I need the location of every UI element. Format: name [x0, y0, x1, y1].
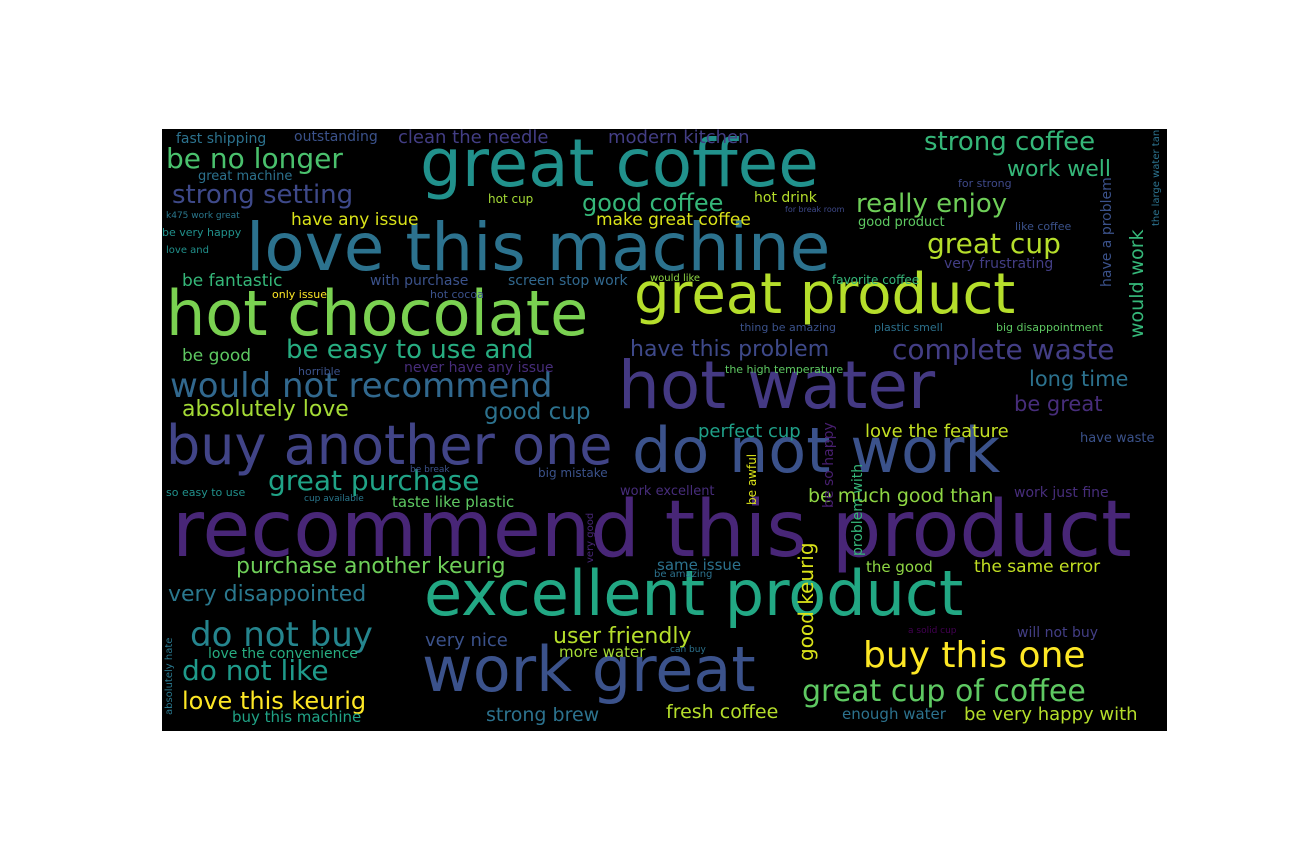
cloud-word: love and: [166, 245, 209, 256]
cloud-word: cup available: [304, 494, 364, 504]
cloud-word: have a problem: [1099, 177, 1115, 287]
cloud-word: would work: [1126, 229, 1148, 338]
cloud-word: so easy to use: [166, 486, 246, 499]
cloud-word: good cup: [484, 399, 591, 425]
cloud-word: never have any issue: [404, 360, 554, 376]
cloud-word: good product: [858, 215, 945, 230]
cloud-word: the same error: [974, 557, 1101, 577]
cloud-word: for break room: [785, 205, 845, 214]
cloud-word: only issue: [272, 288, 328, 301]
cloud-word: love the convenience: [208, 646, 358, 662]
cloud-word: love the feature: [865, 421, 1009, 442]
cloud-word: can buy: [670, 645, 706, 655]
cloud-word: plastic smell: [874, 321, 943, 334]
cloud-word: strong brew: [486, 704, 600, 726]
cloud-word: really enjoy: [856, 189, 1008, 219]
cloud-word: hot cup: [488, 192, 534, 206]
cloud-word: very disappointed: [168, 582, 367, 607]
cloud-word: k475 work great: [166, 211, 240, 221]
cloud-word: buy this machine: [232, 708, 362, 726]
cloud-word: screen stop work: [508, 273, 628, 289]
cloud-word: fast shipping: [176, 131, 267, 147]
cloud-word: horrible: [298, 365, 341, 378]
cloud-word: taste like plastic: [392, 493, 515, 511]
cloud-word: problem with: [850, 463, 866, 556]
cloud-word: long time: [1029, 367, 1129, 391]
cloud-word: make great coffee: [596, 210, 751, 230]
cloud-word: hot drink: [754, 190, 817, 206]
cloud-word: great machine: [198, 169, 293, 184]
cloud-word: be fantastic: [182, 271, 283, 291]
cloud-word: strong coffee: [924, 129, 1096, 157]
cloud-word: have any issue: [291, 210, 419, 230]
cloud-word: very nice: [425, 630, 508, 651]
cloud-word: favorite coffee: [832, 273, 920, 287]
cloud-word: purchase another keurig: [236, 554, 506, 579]
cloud-word: great cup: [927, 227, 1061, 260]
cloud-word: very frustrating: [944, 256, 1054, 272]
cloud-word: work well: [1007, 157, 1111, 182]
cloud-word: be amazing: [654, 569, 713, 580]
cloud-word: outstanding: [294, 129, 378, 145]
cloud-word: will not buy: [1017, 625, 1098, 641]
cloud-word: great cup of coffee: [802, 674, 1086, 709]
cloud-word: perfect cup: [698, 421, 801, 442]
cloud-word: hot cocoa: [430, 288, 484, 301]
cloud-word: more water: [559, 643, 646, 661]
word-cloud: great coffee love this machine hot chocola…: [162, 129, 1167, 731]
cloud-word: be break: [410, 465, 450, 475]
cloud-word: have waste: [1080, 431, 1155, 446]
cloud-word: very good: [585, 512, 596, 563]
cloud-word: be so happy: [821, 422, 837, 508]
cloud-word: be great: [1014, 392, 1103, 416]
cloud-word: clean the needle: [398, 129, 549, 148]
cloud-word: the large water tank: [1151, 129, 1162, 226]
cloud-word: the high temperature: [725, 363, 844, 376]
cloud-word: work just fine: [1014, 485, 1109, 501]
cloud-word: be good: [182, 346, 252, 366]
cloud-word: big disappointment: [996, 321, 1103, 334]
cloud-word: fresh coffee: [666, 701, 779, 723]
cloud-word: be very happy: [162, 226, 242, 239]
cloud-word: a solid cup: [908, 626, 957, 636]
cloud-word: have this problem: [630, 337, 830, 362]
cloud-word: absolutely love: [182, 397, 349, 422]
cloud-word: would like: [650, 273, 701, 284]
cloud-word: like coffee: [1015, 220, 1072, 233]
cloud-word: modern kitchen: [608, 129, 750, 148]
cloud-word: strong setting: [172, 180, 354, 210]
cloud-word: be very happy with: [964, 704, 1138, 725]
cloud-word: thing be amazing: [740, 321, 837, 334]
cloud-word: buy this one: [863, 635, 1086, 676]
cloud-word: for strong: [958, 177, 1012, 190]
cloud-word: complete waste: [892, 333, 1115, 366]
cloud-word: enough water: [842, 705, 946, 723]
cloud-word: be awful: [745, 453, 759, 505]
cloud-word: with purchase: [370, 273, 469, 289]
cloud-word: work excellent: [620, 484, 715, 499]
cloud-word: the good: [866, 558, 933, 576]
cloud-word: good keurig: [794, 542, 818, 661]
cloud-word: absolutely hate: [164, 637, 175, 715]
cloud-word: big mistake: [538, 466, 608, 480]
